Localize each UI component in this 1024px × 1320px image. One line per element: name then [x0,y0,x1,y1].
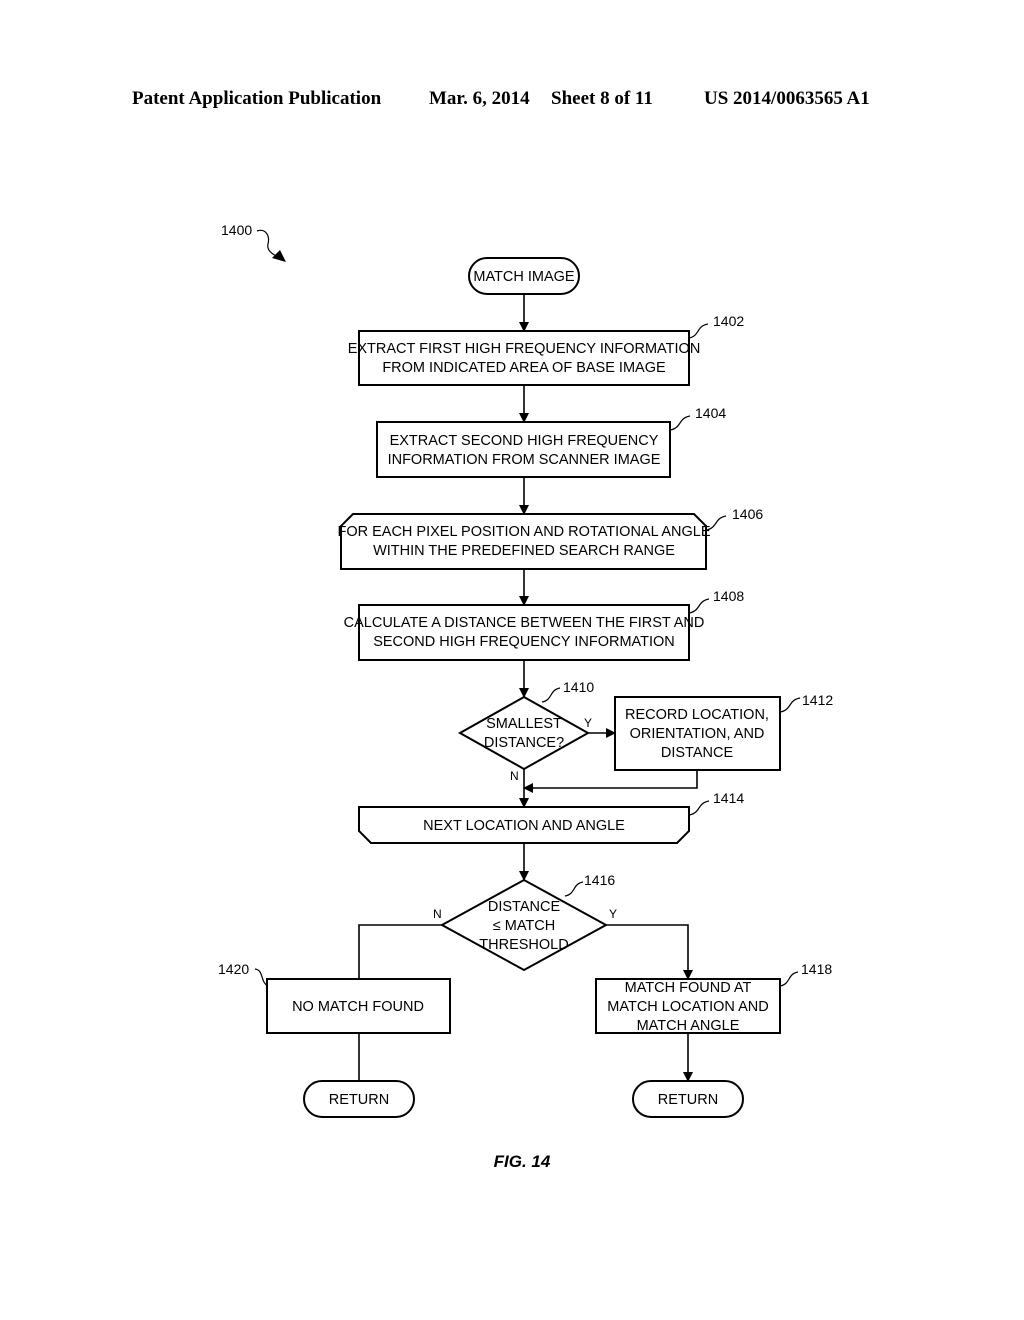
node-text-line: SECOND HIGH FREQUENCY INFORMATION [373,634,675,650]
figure-ref-label: 1400 [221,222,252,238]
node-text-line: WITHIN THE PREDEFINED SEARCH RANGE [373,543,675,559]
node-text-line: CALCULATE A DISTANCE BETWEEN THE FIRST A… [344,615,705,631]
decision-shape [457,695,591,771]
ref-leader [688,800,710,816]
node-1412: RECORD LOCATION, ORIENTATION, AND DISTAN… [614,692,833,771]
node-text-line: SMALLEST [486,716,562,732]
node-1410: SMALLEST DISTANCE? 1410 Y N [457,679,594,783]
figure-ref-arrowhead [272,250,286,262]
node-text-line: DISTANCE [661,745,734,761]
loop-start-shape [340,513,707,570]
ref-leader [779,971,799,987]
node-text-line: EXTRACT SECOND HIGH FREQUENCY [390,433,659,449]
ref-label: 1420 [218,961,249,977]
node-1406: FOR EACH PIXEL POSITION AND ROTATIONAL A… [337,506,763,570]
ref-label: 1402 [713,313,744,329]
node-text-line: INFORMATION FROM SCANNER IMAGE [388,452,661,468]
ref-leader [669,415,691,431]
ref-label: 1406 [732,506,763,522]
node-text-line: ORIENTATION, AND [630,726,765,742]
process-shape [358,604,690,661]
node-text-line: THRESHOLD [479,937,568,953]
node-start: MATCH IMAGE [468,257,580,295]
ref-label: 1416 [584,872,615,888]
ref-label: 1412 [802,692,833,708]
node-text: RETURN [329,1092,389,1108]
node-1414: NEXT LOCATION AND ANGLE 1414 [358,790,744,844]
no-label: N [510,769,519,783]
node-text-line: MATCH ANGLE [637,1018,740,1034]
ref-label: 1414 [713,790,744,806]
node-text-line: MATCH LOCATION AND [607,999,768,1015]
node-text-line: EXTRACT FIRST HIGH FREQUENCY INFORMATION [348,341,701,357]
connector-1416-yes-1418 [606,924,693,980]
ref-leader [688,323,709,339]
node-text-line: DISTANCE? [484,735,564,751]
figure-caption: FIG. 14 [494,1152,551,1171]
ref-label: 1408 [713,588,744,604]
flowchart-diagram: 1400 MATCH IMAGE EXTRACT FIRST HIGH FREQ… [218,222,833,1171]
ref-label: 1418 [801,961,832,977]
node-text-line: FROM INDICATED AREA OF BASE IMAGE [382,360,666,376]
node-return-right: RETURN [632,1080,744,1118]
node-1402: EXTRACT FIRST HIGH FREQUENCY INFORMATION… [348,313,744,386]
ref-leader [688,598,710,614]
node-text-line: DISTANCE [488,899,561,915]
node-1420: NO MATCH FOUND 1420 [218,961,451,1034]
node-text: RETURN [658,1092,718,1108]
node-text-line: MATCH FOUND AT [625,980,752,996]
node-text-line: RECORD LOCATION, [625,707,769,723]
ref-label: 1410 [563,679,594,695]
connector-1416-no-1420 [358,924,442,979]
ref-leader [779,697,801,713]
node-return-left: RETURN [303,1080,415,1118]
node-1408: CALCULATE A DISTANCE BETWEEN THE FIRST A… [344,588,744,661]
node-text-line: NEXT LOCATION AND ANGLE [423,818,625,834]
no-label: N [433,907,442,921]
node-text-line: NO MATCH FOUND [292,999,424,1015]
connector-1412-merge [523,770,698,793]
yes-label: Y [584,716,592,730]
yes-label: Y [609,907,617,921]
node-1416: DISTANCE ≤ MATCH THRESHOLD 1416 Y N [433,872,617,972]
node-1418: MATCH FOUND AT MATCH LOCATION AND MATCH … [595,961,832,1034]
ref-leader [541,687,561,703]
process-shape [376,421,671,478]
node-text: MATCH IMAGE [473,269,575,285]
node-text-line: ≤ MATCH [493,918,555,934]
process-shape [358,330,690,386]
ref-leader [564,881,584,897]
node-1404: EXTRACT SECOND HIGH FREQUENCY INFORMATIO… [376,405,726,478]
node-text-line: FOR EACH PIXEL POSITION AND ROTATIONAL A… [337,524,710,540]
ref-label: 1404 [695,405,726,421]
